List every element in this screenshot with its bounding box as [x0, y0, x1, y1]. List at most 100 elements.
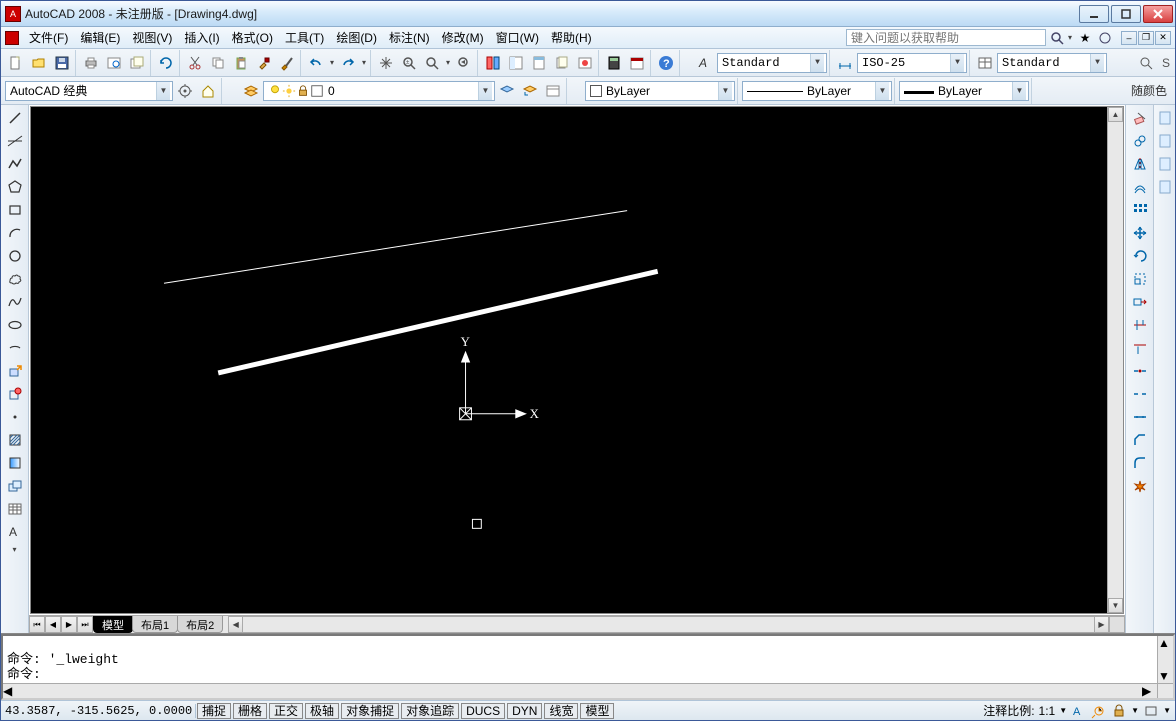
sheet-set-icon[interactable]: [551, 52, 573, 74]
help-icon[interactable]: ?: [655, 52, 677, 74]
chamfer-icon[interactable]: [1129, 429, 1151, 451]
palette-3-icon[interactable]: [1154, 153, 1176, 175]
break-at-point-icon[interactable]: [1129, 360, 1151, 382]
join-icon[interactable]: [1129, 406, 1151, 428]
favorite-icon[interactable]: ★: [1076, 29, 1094, 47]
circle-icon[interactable]: [4, 245, 26, 267]
mirror-icon[interactable]: [1129, 153, 1151, 175]
lock-ui-icon[interactable]: [1111, 703, 1127, 719]
scroll-up-button[interactable]: ▲: [1108, 107, 1123, 122]
toggle-dyn[interactable]: DYN: [507, 703, 542, 719]
s-panel-handle[interactable]: S: [1159, 56, 1173, 70]
stretch-icon[interactable]: [1129, 291, 1151, 313]
undo-icon[interactable]: [305, 52, 327, 74]
toggle-model[interactable]: 模型: [580, 703, 614, 719]
layer-previous-icon[interactable]: [519, 80, 541, 102]
maximize-button[interactable]: [1111, 5, 1141, 23]
publish-icon[interactable]: [126, 52, 148, 74]
menu-file[interactable]: 文件(F): [23, 27, 74, 48]
tab-nav-prev[interactable]: ◀: [45, 616, 61, 633]
color-combo[interactable]: ByLayer ▼: [585, 81, 735, 101]
tray-settings-dropdown[interactable]: ▼: [1163, 706, 1171, 715]
layer-states-icon[interactable]: [496, 80, 518, 102]
erase-icon[interactable]: [1129, 107, 1151, 129]
paste-icon[interactable]: [230, 52, 252, 74]
toggle-otrack[interactable]: 对象追踪: [401, 703, 459, 719]
toggle-lwt[interactable]: 线宽: [544, 703, 578, 719]
toggle-ducs[interactable]: DUCS: [461, 703, 505, 719]
textstyle-combo[interactable]: Standard ▼: [717, 53, 827, 73]
hatch-icon[interactable]: [4, 429, 26, 451]
open-icon[interactable]: [28, 52, 50, 74]
doc-minimize-button[interactable]: –: [1121, 31, 1137, 45]
doc-restore-button[interactable]: ❐: [1138, 31, 1154, 45]
trim-icon[interactable]: [1129, 314, 1151, 336]
lineweight-combo[interactable]: ByLayer ▼: [899, 81, 1029, 101]
calc-icon[interactable]: [603, 52, 625, 74]
tab-nav-first[interactable]: ⏮: [29, 616, 45, 633]
zoom-window-icon[interactable]: [421, 52, 443, 74]
line-icon[interactable]: [4, 107, 26, 129]
move-icon[interactable]: [1129, 222, 1151, 244]
tablestyle-icon[interactable]: [974, 52, 996, 74]
drawing-canvas[interactable]: X Y: [31, 107, 1107, 613]
cmd-scroll-down[interactable]: ▼: [1158, 669, 1173, 683]
tab-model[interactable]: 模型: [93, 616, 133, 633]
scale-icon[interactable]: [1129, 268, 1151, 290]
linetype-combo[interactable]: ByLayer ▼: [742, 81, 892, 101]
doc-close-button[interactable]: ✕: [1155, 31, 1171, 45]
tool-palette-icon[interactable]: [528, 52, 550, 74]
dimstyle-combo[interactable]: ISO-25 ▼: [857, 53, 967, 73]
palette-1-icon[interactable]: [1154, 107, 1176, 129]
menu-dim[interactable]: 标注(N): [383, 27, 436, 48]
zoom-dropdown[interactable]: [444, 58, 452, 67]
textstyle-icon[interactable]: A: [694, 52, 716, 74]
design-center-icon[interactable]: [505, 52, 527, 74]
polyline-icon[interactable]: [4, 153, 26, 175]
mtext-icon[interactable]: A: [4, 521, 26, 543]
explode-icon[interactable]: [1129, 475, 1151, 497]
undo-dropdown[interactable]: [328, 58, 336, 67]
ellipse-icon[interactable]: [4, 314, 26, 336]
dimstyle-icon[interactable]: [834, 52, 856, 74]
menu-tools[interactable]: 工具(T): [279, 27, 330, 48]
workspace-combo[interactable]: AutoCAD 经典 ▼: [5, 81, 173, 101]
layer-manager-icon[interactable]: [240, 80, 262, 102]
comm-center-icon[interactable]: [1096, 29, 1114, 47]
menu-window[interactable]: 窗口(W): [490, 27, 545, 48]
brush-icon[interactable]: [276, 52, 298, 74]
toggle-polar[interactable]: 极轴: [305, 703, 339, 719]
anno-scale-dropdown[interactable]: ▼: [1059, 706, 1067, 715]
menu-help[interactable]: 帮助(H): [545, 27, 598, 48]
cmd-scroll-grip[interactable]: [1157, 684, 1173, 698]
menu-view[interactable]: 视图(V): [126, 27, 178, 48]
coords-readout[interactable]: 43.3587, -315.5625, 0.0000: [1, 704, 196, 718]
scroll-left-button[interactable]: ◀: [228, 616, 243, 633]
ellipse-arc-icon[interactable]: [4, 337, 26, 359]
table-icon[interactable]: [4, 498, 26, 520]
help-search-input[interactable]: [846, 29, 1046, 46]
scroll-down-button[interactable]: ▼: [1108, 598, 1123, 613]
make-block-icon[interactable]: [4, 383, 26, 405]
palette-2-icon[interactable]: [1154, 130, 1176, 152]
close-button[interactable]: [1143, 5, 1173, 23]
spline-icon[interactable]: [4, 291, 26, 313]
toggle-snap[interactable]: 捕捉: [197, 703, 231, 719]
redo-icon[interactable]: [337, 52, 359, 74]
layer-combo[interactable]: 0 ▼: [263, 81, 495, 101]
cmd-scroll-up[interactable]: ▲: [1158, 636, 1173, 650]
layer-filter-icon[interactable]: [542, 80, 564, 102]
rectangle-icon[interactable]: [4, 199, 26, 221]
revcloud-icon[interactable]: [4, 268, 26, 290]
fillet-icon[interactable]: [1129, 452, 1151, 474]
workspace-settings-icon[interactable]: [174, 80, 196, 102]
workspace-home-icon[interactable]: [197, 80, 219, 102]
horizontal-scrollbar[interactable]: ◀ ▶: [228, 616, 1109, 633]
toggle-grid[interactable]: 栅格: [233, 703, 267, 719]
vertical-scrollbar[interactable]: ▲ ▼: [1107, 107, 1123, 613]
annotation-scale-icon[interactable]: [1135, 52, 1157, 74]
offset-icon[interactable]: [1129, 176, 1151, 198]
print-icon[interactable]: [80, 52, 102, 74]
menu-modify[interactable]: 修改(M): [436, 27, 490, 48]
menu-draw[interactable]: 绘图(D): [330, 27, 383, 48]
